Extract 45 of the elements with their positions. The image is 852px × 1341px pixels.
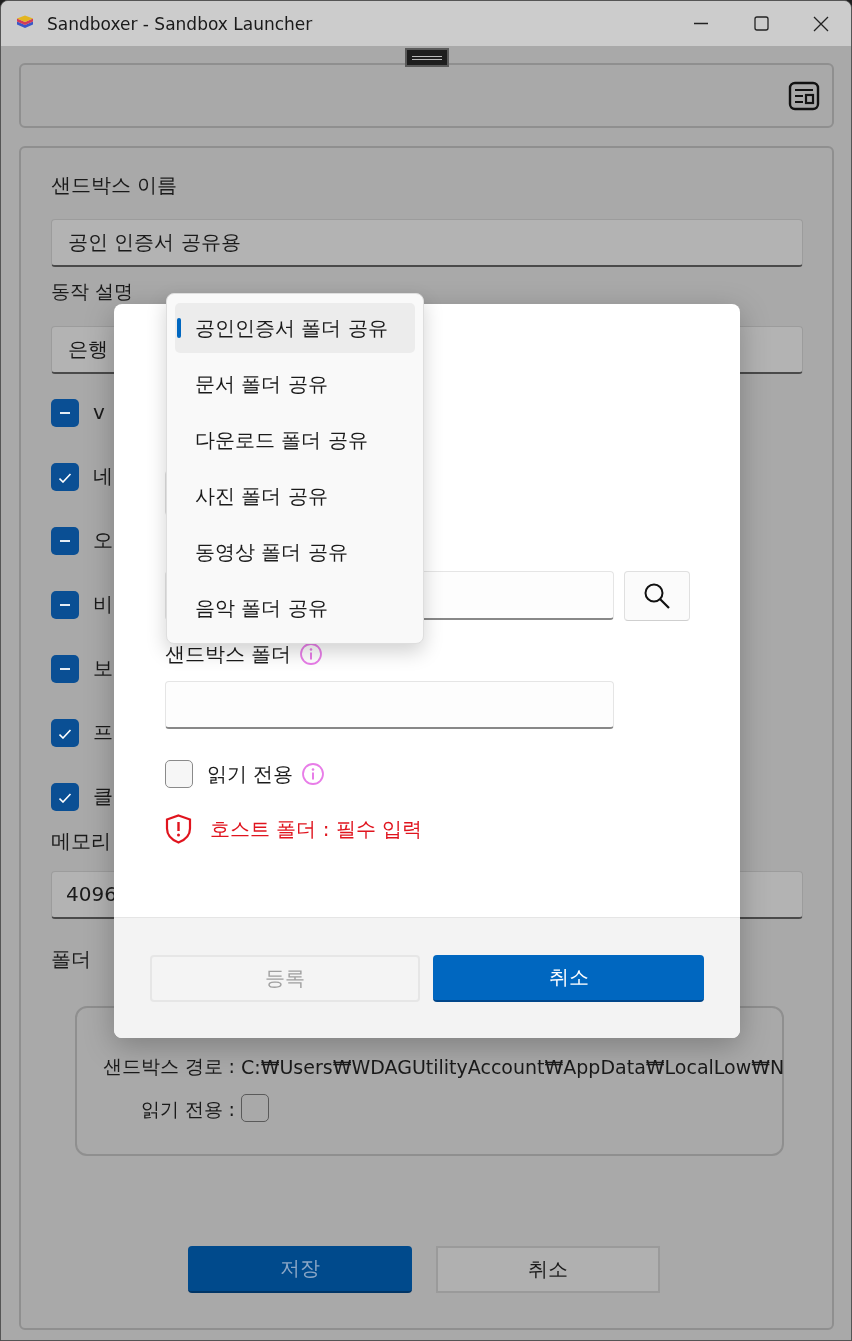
field-label: 샌드박스 폴더: [165, 640, 292, 668]
drag-handle[interactable]: [404, 48, 449, 67]
name-field[interactable]: 공인 인증서 공유용: [51, 219, 803, 267]
option-label: 비: [93, 591, 113, 617]
info-icon: [299, 642, 324, 666]
menu-item[interactable]: 사진 폴더 공유: [175, 471, 415, 521]
option-label: 프: [93, 719, 113, 745]
sandbox-folder-field[interactable]: [165, 681, 614, 729]
field-label: 샌드박스 이름: [51, 172, 178, 198]
path-label: 샌드박스 경로 :: [101, 1054, 235, 1079]
field-label: 메모리: [51, 828, 111, 854]
option-label: 보: [93, 655, 113, 681]
checkbox[interactable]: [51, 399, 79, 427]
shield-warning-icon: [165, 814, 192, 844]
search-button[interactable]: [624, 571, 690, 621]
checkbox[interactable]: [165, 760, 193, 788]
path-value: C:₩Users₩WDAGUtilityAccount₩AppData₩LocalLow₩N: [241, 1056, 785, 1078]
layout-icon[interactable]: [788, 80, 820, 111]
option-label: 클: [93, 783, 113, 809]
menu-item[interactable]: 공인인증서 폴더 공유: [175, 303, 415, 353]
option-label: v: [93, 399, 105, 425]
field-label: 폴더: [51, 946, 91, 972]
menu-item[interactable]: 음악 폴더 공유: [175, 583, 415, 633]
menu-item[interactable]: 다운로드 폴더 공유: [175, 415, 415, 465]
search-icon: [643, 582, 671, 610]
save-button[interactable]: 저장: [187, 1246, 412, 1293]
cancel-button[interactable]: 취소: [433, 955, 704, 1002]
checkbox[interactable]: [51, 655, 79, 683]
checkbox[interactable]: [51, 527, 79, 555]
menu-item[interactable]: 동영상 폴더 공유: [175, 527, 415, 577]
menu-item[interactable]: 문서 폴더 공유: [175, 359, 415, 409]
option-label: 네: [93, 463, 113, 489]
checkbox[interactable]: [51, 463, 79, 491]
cancel-button[interactable]: 취소: [435, 1246, 660, 1293]
read-only-label: 읽기 전용: [207, 760, 294, 788]
field-label: 동작 설명: [51, 281, 134, 301]
checkbox[interactable]: [241, 1094, 269, 1122]
option-label: 오: [93, 527, 113, 553]
window-title: Sandboxer - Sandbox Launcher: [47, 13, 313, 34]
checkbox[interactable]: [51, 719, 79, 747]
read-only-label: 읽기 전용 :: [139, 1097, 235, 1122]
checkbox[interactable]: [51, 591, 79, 619]
error-message: 호스트 폴더 : 필수 입력: [210, 815, 423, 843]
info-icon: [301, 762, 326, 786]
checkbox[interactable]: [51, 783, 79, 811]
